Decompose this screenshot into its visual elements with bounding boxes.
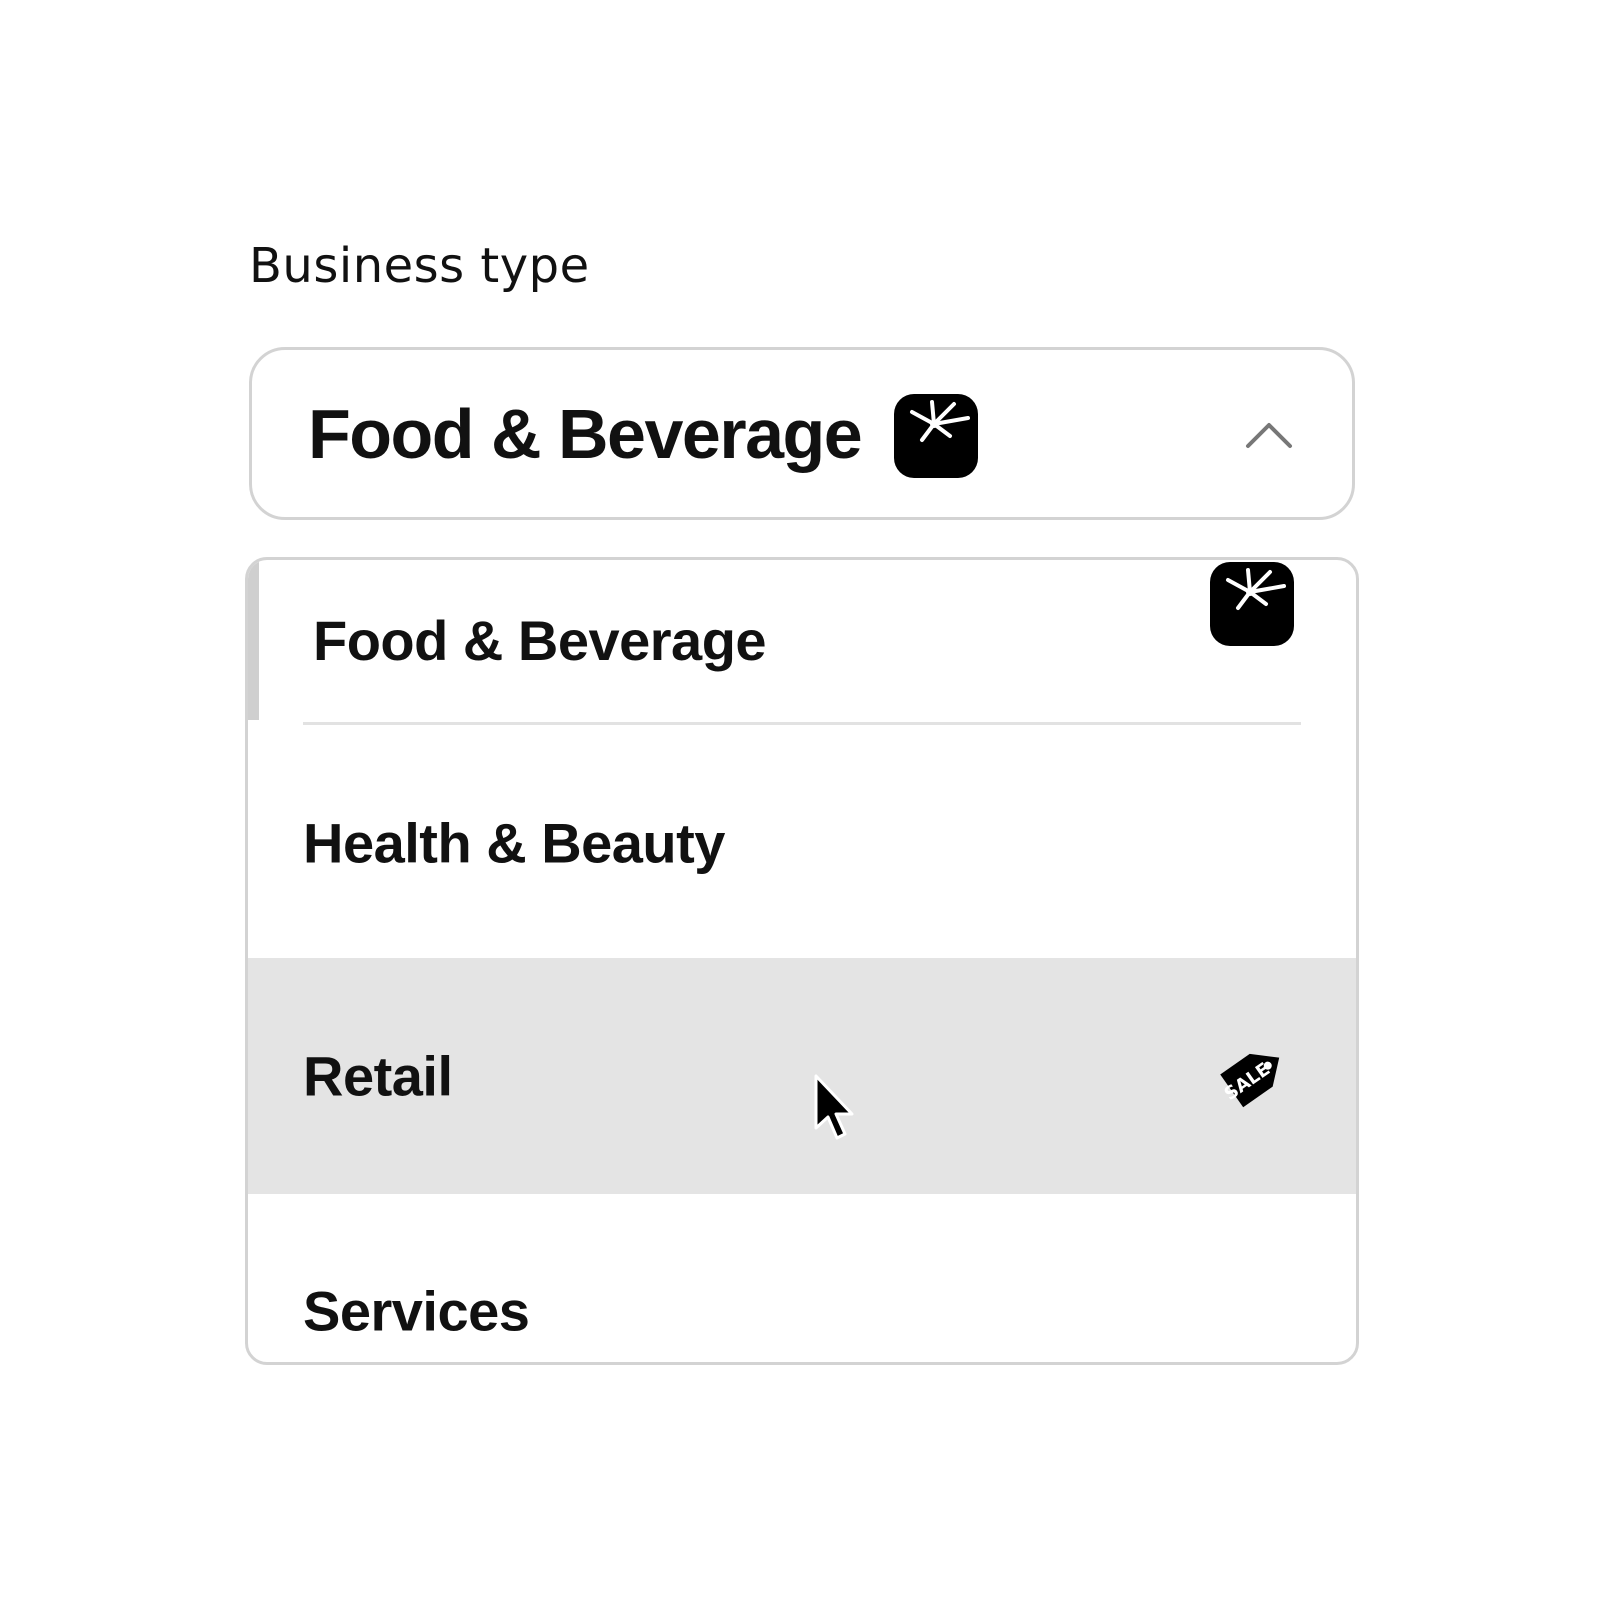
option-label: Food & Beverage (313, 609, 767, 672)
option-food-beverage[interactable]: Food & Beverage (248, 560, 1356, 748)
business-type-label: Business type (249, 238, 590, 294)
option-services[interactable]: Services (248, 1193, 1356, 1362)
food-bowl-icon (894, 394, 978, 478)
selected-value: Food & Beverage (308, 394, 863, 473)
option-label: Services (303, 1279, 530, 1343)
option-health-beauty[interactable]: Health & Beauty (248, 725, 1356, 961)
business-type-select[interactable]: Food & Beverage (249, 347, 1355, 520)
business-type-form: Business type Food & Beverage Food & Bev… (0, 0, 1600, 1600)
food-bowl-icon (1210, 562, 1294, 646)
option-label: Retail (303, 1044, 453, 1108)
mouse-pointer-icon (814, 1074, 854, 1140)
option-retail[interactable]: Retail SALE (248, 958, 1356, 1194)
chevron-up-icon (1246, 423, 1292, 448)
sale-tag-icon: SALE (1220, 1053, 1280, 1108)
option-label: Health & Beauty (303, 811, 725, 875)
business-type-options-list[interactable]: Food & Beverage Health & Beauty Retail S… (245, 557, 1359, 1365)
